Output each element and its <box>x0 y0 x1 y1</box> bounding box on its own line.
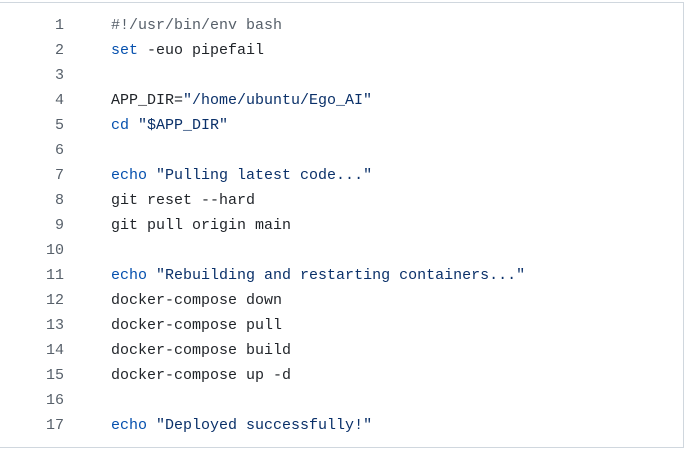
code-text: docker-compose build <box>111 338 291 363</box>
code-text: docker-compose pull <box>111 313 282 338</box>
line-number: 8 <box>54 192 64 209</box>
code-text: APP_DIR="/home/ubuntu/Ego_AI" <box>111 88 372 113</box>
code-token-keyword: echo <box>111 267 148 284</box>
code-text: set -euo pipefail <box>111 38 264 63</box>
line-number: 4 <box>54 92 64 109</box>
code-line: 14 docker-compose build <box>0 338 683 363</box>
code-line: 4 APP_DIR="/home/ubuntu/Ego_AI" <box>0 88 683 113</box>
code-token-keyword: echo <box>111 417 148 434</box>
code-line: 8 git reset --hard <box>0 188 683 213</box>
line-number: 1 <box>54 17 64 34</box>
code-token-string: "Rebuilding and restarting containers...… <box>156 267 526 284</box>
code-line: 11 echo "Rebuilding and restarting contai… <box>0 263 683 288</box>
code-line: 10 <box>0 238 683 263</box>
code-line: 9 git pull origin main <box>0 213 683 238</box>
line-number: 7 <box>54 167 64 184</box>
code-token-string: "/home/ubuntu/Ego_AI" <box>183 92 373 109</box>
code-line: 15 docker-compose up -d <box>0 363 683 388</box>
code-token-plain: docker-compose down <box>111 292 283 309</box>
line-number: 13 <box>45 317 64 334</box>
code-text: echo "Pulling latest code..." <box>111 163 372 188</box>
code-text: echo "Deployed successfully!" <box>111 413 372 438</box>
code-body: 1 #!/usr/bin/env bash 2 set -euo pipefail 3 4… <box>0 13 683 438</box>
code-token-comment: #!/usr/bin/env bash <box>111 17 283 34</box>
line-number: 14 <box>45 342 64 359</box>
code-token-plain: docker-compose pull <box>111 317 283 334</box>
code-text: docker-compose up -d <box>111 363 291 388</box>
code-token-plain: git reset --hard <box>111 192 256 209</box>
line-number: 9 <box>54 217 64 234</box>
line-number: 16 <box>45 392 64 409</box>
code-token-string: "Pulling latest code..." <box>156 167 373 184</box>
code-line: 6 <box>0 138 683 163</box>
line-number: 5 <box>54 117 64 134</box>
code-token-string: "$APP_DIR" <box>138 117 229 134</box>
line-number: 10 <box>45 242 64 259</box>
code-text: docker-compose down <box>111 288 282 313</box>
code-line: 7 echo "Pulling latest code..." <box>0 163 683 188</box>
code-line: 17 echo "Deployed successfully!" <box>0 413 683 438</box>
code-token-keyword: set <box>111 42 139 59</box>
code-token-plain: docker-compose build <box>111 342 292 359</box>
code-text: cd "$APP_DIR" <box>111 113 228 138</box>
code-text: git reset --hard <box>111 188 255 213</box>
code-line: 2 set -euo pipefail <box>0 38 683 63</box>
code-line: 1 #!/usr/bin/env bash <box>0 13 683 38</box>
line-number: 3 <box>54 67 64 84</box>
code-text: #!/usr/bin/env bash <box>111 13 282 38</box>
code-token-plain: docker-compose up -d <box>111 367 292 384</box>
code-token-string: "Deployed successfully!" <box>156 417 373 434</box>
line-number: 17 <box>45 417 64 434</box>
line-number: 11 <box>45 267 64 284</box>
line-number: 6 <box>54 142 64 159</box>
code-line: 3 <box>0 63 683 88</box>
line-number: 12 <box>45 292 64 309</box>
code-token-plain: -euo pipefail <box>138 42 265 59</box>
code-text: echo "Rebuilding and restarting containe… <box>111 263 525 288</box>
code-token-keyword: cd <box>111 117 130 134</box>
code-line: 13 docker-compose pull <box>0 313 683 338</box>
code-text: git pull origin main <box>111 213 291 238</box>
line-number: 2 <box>54 42 64 59</box>
code-token-keyword: echo <box>111 167 148 184</box>
code-token-plain: APP_DIR= <box>111 92 184 109</box>
line-number: 15 <box>45 367 64 384</box>
code-viewer: 1 #!/usr/bin/env bash 2 set -euo pipefail 3 4… <box>0 2 684 448</box>
code-token-plain: git pull origin main <box>111 217 292 234</box>
code-line: 5 cd "$APP_DIR" <box>0 113 683 138</box>
code-line: 12 docker-compose down <box>0 288 683 313</box>
code-line: 16 <box>0 388 683 413</box>
